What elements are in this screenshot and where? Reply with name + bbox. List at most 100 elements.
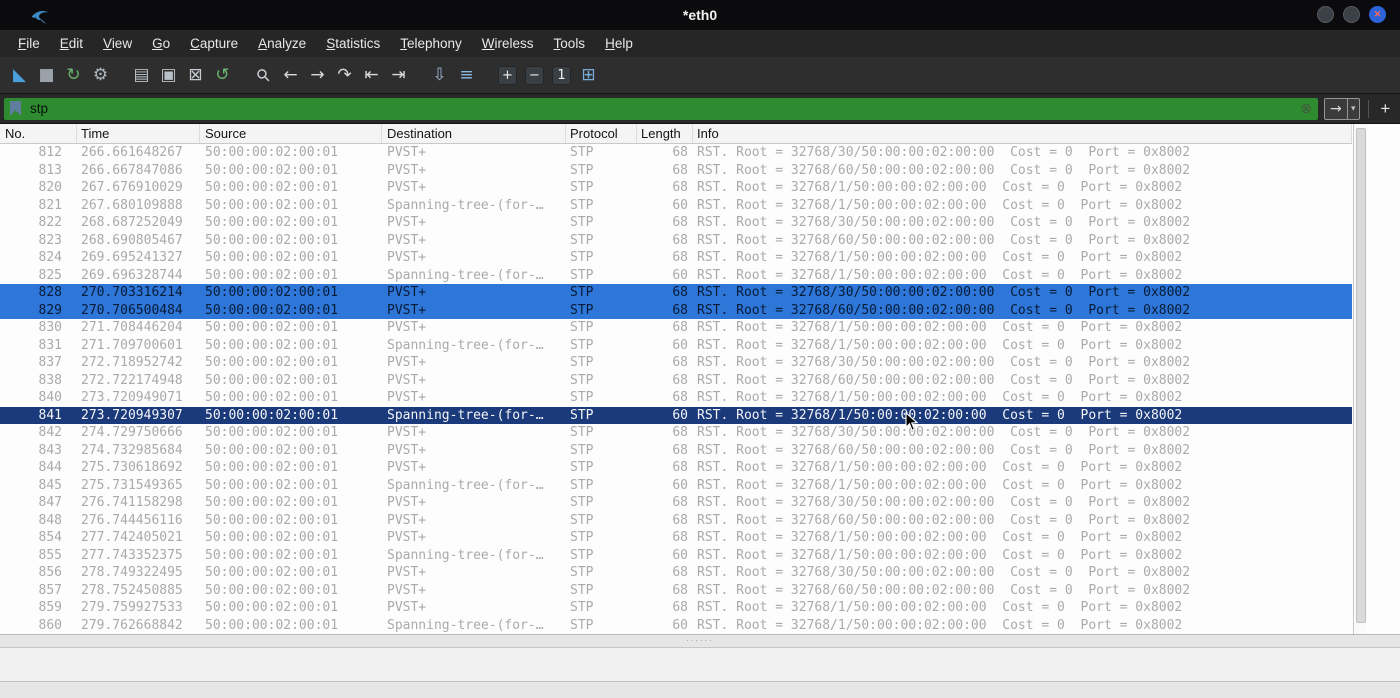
column-header-dst[interactable]: Destination (382, 124, 566, 143)
minimize-button[interactable] (1317, 6, 1334, 23)
menu-wireless[interactable]: Wireless (472, 30, 544, 57)
open-file-icon[interactable]: ▤ (129, 63, 154, 88)
packet-row-825[interactable]: 825 269.696328744 50:00:00:02:00:01 Spannin… (0, 266, 1352, 284)
packet-row-860[interactable]: 860 279.762668842 50:00:00:02:00:01 Spannin… (0, 616, 1352, 634)
column-header-no[interactable]: No. (0, 124, 77, 143)
filter-bookmark-icon[interactable] (10, 101, 21, 116)
zoom-100-icon[interactable]: 1 (552, 65, 571, 85)
packet-row-856[interactable]: 856 278.749322495 50:00:00:02:00:01 PVST+ ST… (0, 564, 1352, 582)
menu-help[interactable]: Help (595, 30, 643, 57)
clear-filter-icon[interactable]: ⊗ (1300, 101, 1312, 117)
packet-row-823[interactable]: 823 268.690805467 50:00:00:02:00:01 PVST+ ST… (0, 231, 1352, 249)
cell-info: RST. Root = 32768/30/50:00:00:02:00:00 C… (697, 355, 1191, 370)
colorize-icon[interactable]: ≡ (454, 63, 479, 88)
close-button[interactable]: ✕ (1369, 6, 1386, 23)
packet-row-848[interactable]: 848 276.744456116 50:00:00:02:00:01 PVST+ ST… (0, 511, 1352, 529)
packet-row-829[interactable]: 829 270.706500484 50:00:00:02:00:01 PVST+ ST… (0, 301, 1352, 319)
column-header-proto[interactable]: Protocol (566, 124, 637, 143)
menu-statistics[interactable]: Statistics (316, 30, 390, 57)
find-packet-icon[interactable]: ⚲ (246, 57, 281, 92)
filter-dropdown-button[interactable]: ▾ (1347, 97, 1360, 120)
zoom-in-icon[interactable]: + (498, 65, 517, 85)
packet-row-859[interactable]: 859 279.759927533 50:00:00:02:00:01 PVST+ ST… (0, 599, 1352, 617)
packet-row-841[interactable]: 841 273.720949307 50:00:00:02:00:01 Spannin… (0, 406, 1352, 424)
packet-row-840[interactable]: 840 273.720949071 50:00:00:02:00:01 PVST+ ST… (0, 389, 1352, 407)
cell-info: RST. Root = 32768/30/50:00:00:02:00:00 C… (697, 565, 1191, 580)
toolbar-separator (412, 75, 426, 76)
packet-row-812[interactable]: 812 266.661648267 50:00:00:02:00:01 PVST+ ST… (0, 144, 1352, 162)
window-controls: ✕ (1317, 6, 1386, 23)
apply-filter-button[interactable]: → (1324, 97, 1348, 120)
cell-proto: STP (570, 425, 594, 440)
menu-telephony[interactable]: Telephony (390, 30, 472, 57)
packet-row-842[interactable]: 842 274.729750666 50:00:00:02:00:01 PVST+ ST… (0, 424, 1352, 442)
capture-options-icon[interactable]: ⚙ (88, 63, 113, 88)
go-last-icon[interactable]: ⇥ (386, 63, 411, 88)
go-back-icon[interactable]: ← (278, 63, 303, 88)
packet-row-813[interactable]: 813 266.667847086 50:00:00:02:00:01 PVST+ ST… (0, 161, 1352, 179)
column-header-info[interactable]: Info (693, 124, 1352, 143)
packet-row-845[interactable]: 845 275.731549365 50:00:00:02:00:01 Spannin… (0, 476, 1352, 494)
cell-src: 50:00:00:02:00:01 (205, 250, 339, 265)
packet-row-828[interactable]: 828 270.703316214 50:00:00:02:00:01 PVST+ ST… (0, 284, 1352, 302)
goto-packet-icon[interactable]: ↷ (332, 63, 357, 88)
cell-time: 266.667847086 (81, 162, 183, 178)
restart-capture-icon[interactable]: ↻ (61, 63, 86, 88)
vertical-scrollbar[interactable] (1353, 124, 1367, 634)
menu-analyze[interactable]: Analyze (248, 30, 316, 57)
packet-list: No. Time Source Destination Protocol Length In… (0, 124, 1400, 634)
packet-row-838[interactable]: 838 272.722174948 50:00:00:02:00:01 PVST+ ST… (0, 371, 1352, 389)
menu-go[interactable]: Go (142, 30, 180, 57)
packet-row-857[interactable]: 857 278.752450885 50:00:00:02:00:01 PVST+ ST… (0, 581, 1352, 599)
packet-row-847[interactable]: 847 276.741158298 50:00:00:02:00:01 PVST+ ST… (0, 494, 1352, 512)
cell-no: 855 (38, 547, 62, 563)
splitter-grip[interactable]: ······ (686, 636, 714, 646)
column-header-time[interactable]: Time (77, 124, 200, 143)
go-first-icon[interactable]: ⇤ (359, 63, 384, 88)
packet-row-844[interactable]: 844 275.730618692 50:00:00:02:00:01 PVST+ ST… (0, 459, 1352, 477)
cell-no: 844 (38, 460, 62, 475)
cell-proto: STP (570, 250, 594, 265)
cell-dst: PVST+ (387, 232, 427, 248)
packet-row-820[interactable]: 820 267.676910029 50:00:00:02:00:01 PVST+ ST… (0, 179, 1352, 197)
cell-src: 50:00:00:02:00:01 (205, 530, 339, 545)
column-header-src[interactable]: Source (200, 124, 382, 143)
cell-len: 68 (672, 302, 688, 318)
cell-proto: STP (570, 320, 594, 335)
menu-capture[interactable]: Capture (180, 30, 248, 57)
go-forward-icon[interactable]: → (305, 63, 330, 88)
packet-row-830[interactable]: 830 271.708446204 50:00:00:02:00:01 PVST+ ST… (0, 319, 1352, 337)
autoscroll-icon[interactable]: ⇩ (427, 63, 452, 88)
filter-input[interactable] (30, 101, 1295, 116)
menu-tools[interactable]: Tools (544, 30, 596, 57)
cell-src: 50:00:00:02:00:01 (205, 477, 339, 493)
scrollbar-thumb[interactable] (1356, 128, 1366, 623)
maximize-button[interactable] (1343, 6, 1360, 23)
packet-row-843[interactable]: 843 274.732985684 50:00:00:02:00:01 PVST+ ST… (0, 441, 1352, 459)
column-header-len[interactable]: Length (637, 124, 693, 143)
packet-row-837[interactable]: 837 272.718952742 50:00:00:02:00:01 PVST+ ST… (0, 354, 1352, 372)
cell-src: 50:00:00:02:00:01 (205, 145, 339, 160)
packet-row-855[interactable]: 855 277.743352375 50:00:00:02:00:01 Spannin… (0, 546, 1352, 564)
close-file-icon[interactable]: ⊠ (183, 63, 208, 88)
packet-row-821[interactable]: 821 267.680109888 50:00:00:02:00:01 Spannin… (0, 196, 1352, 214)
packet-row-854[interactable]: 854 277.742405021 50:00:00:02:00:01 PVST+ ST… (0, 529, 1352, 547)
stop-capture-icon[interactable]: ■ (34, 63, 59, 88)
add-filter-button[interactable]: + (1377, 99, 1394, 119)
menu-view[interactable]: View (93, 30, 142, 57)
packet-row-822[interactable]: 822 268.687252049 50:00:00:02:00:01 PVST+ ST… (0, 214, 1352, 232)
resize-columns-icon[interactable]: ⊞ (576, 63, 601, 88)
packet-row-831[interactable]: 831 271.709700601 50:00:00:02:00:01 Spannin… (0, 336, 1352, 354)
zoom-out-icon[interactable]: − (525, 65, 544, 85)
cell-no: 856 (38, 565, 62, 580)
reload-icon[interactable]: ↺ (210, 63, 235, 88)
pane-splitter[interactable]: ······ (0, 634, 1400, 648)
save-file-icon[interactable]: ▣ (156, 63, 181, 88)
cell-time: 273.720949307 (81, 407, 183, 423)
cell-src: 50:00:00:02:00:01 (205, 215, 339, 230)
start-capture-icon[interactable]: ◣ (7, 63, 32, 88)
packet-row-824[interactable]: 824 269.695241327 50:00:00:02:00:01 PVST+ ST… (0, 249, 1352, 267)
menu-file[interactable]: File (8, 30, 50, 57)
display-filter-field[interactable]: ⊗ (4, 97, 1318, 120)
menu-edit[interactable]: Edit (50, 30, 93, 57)
